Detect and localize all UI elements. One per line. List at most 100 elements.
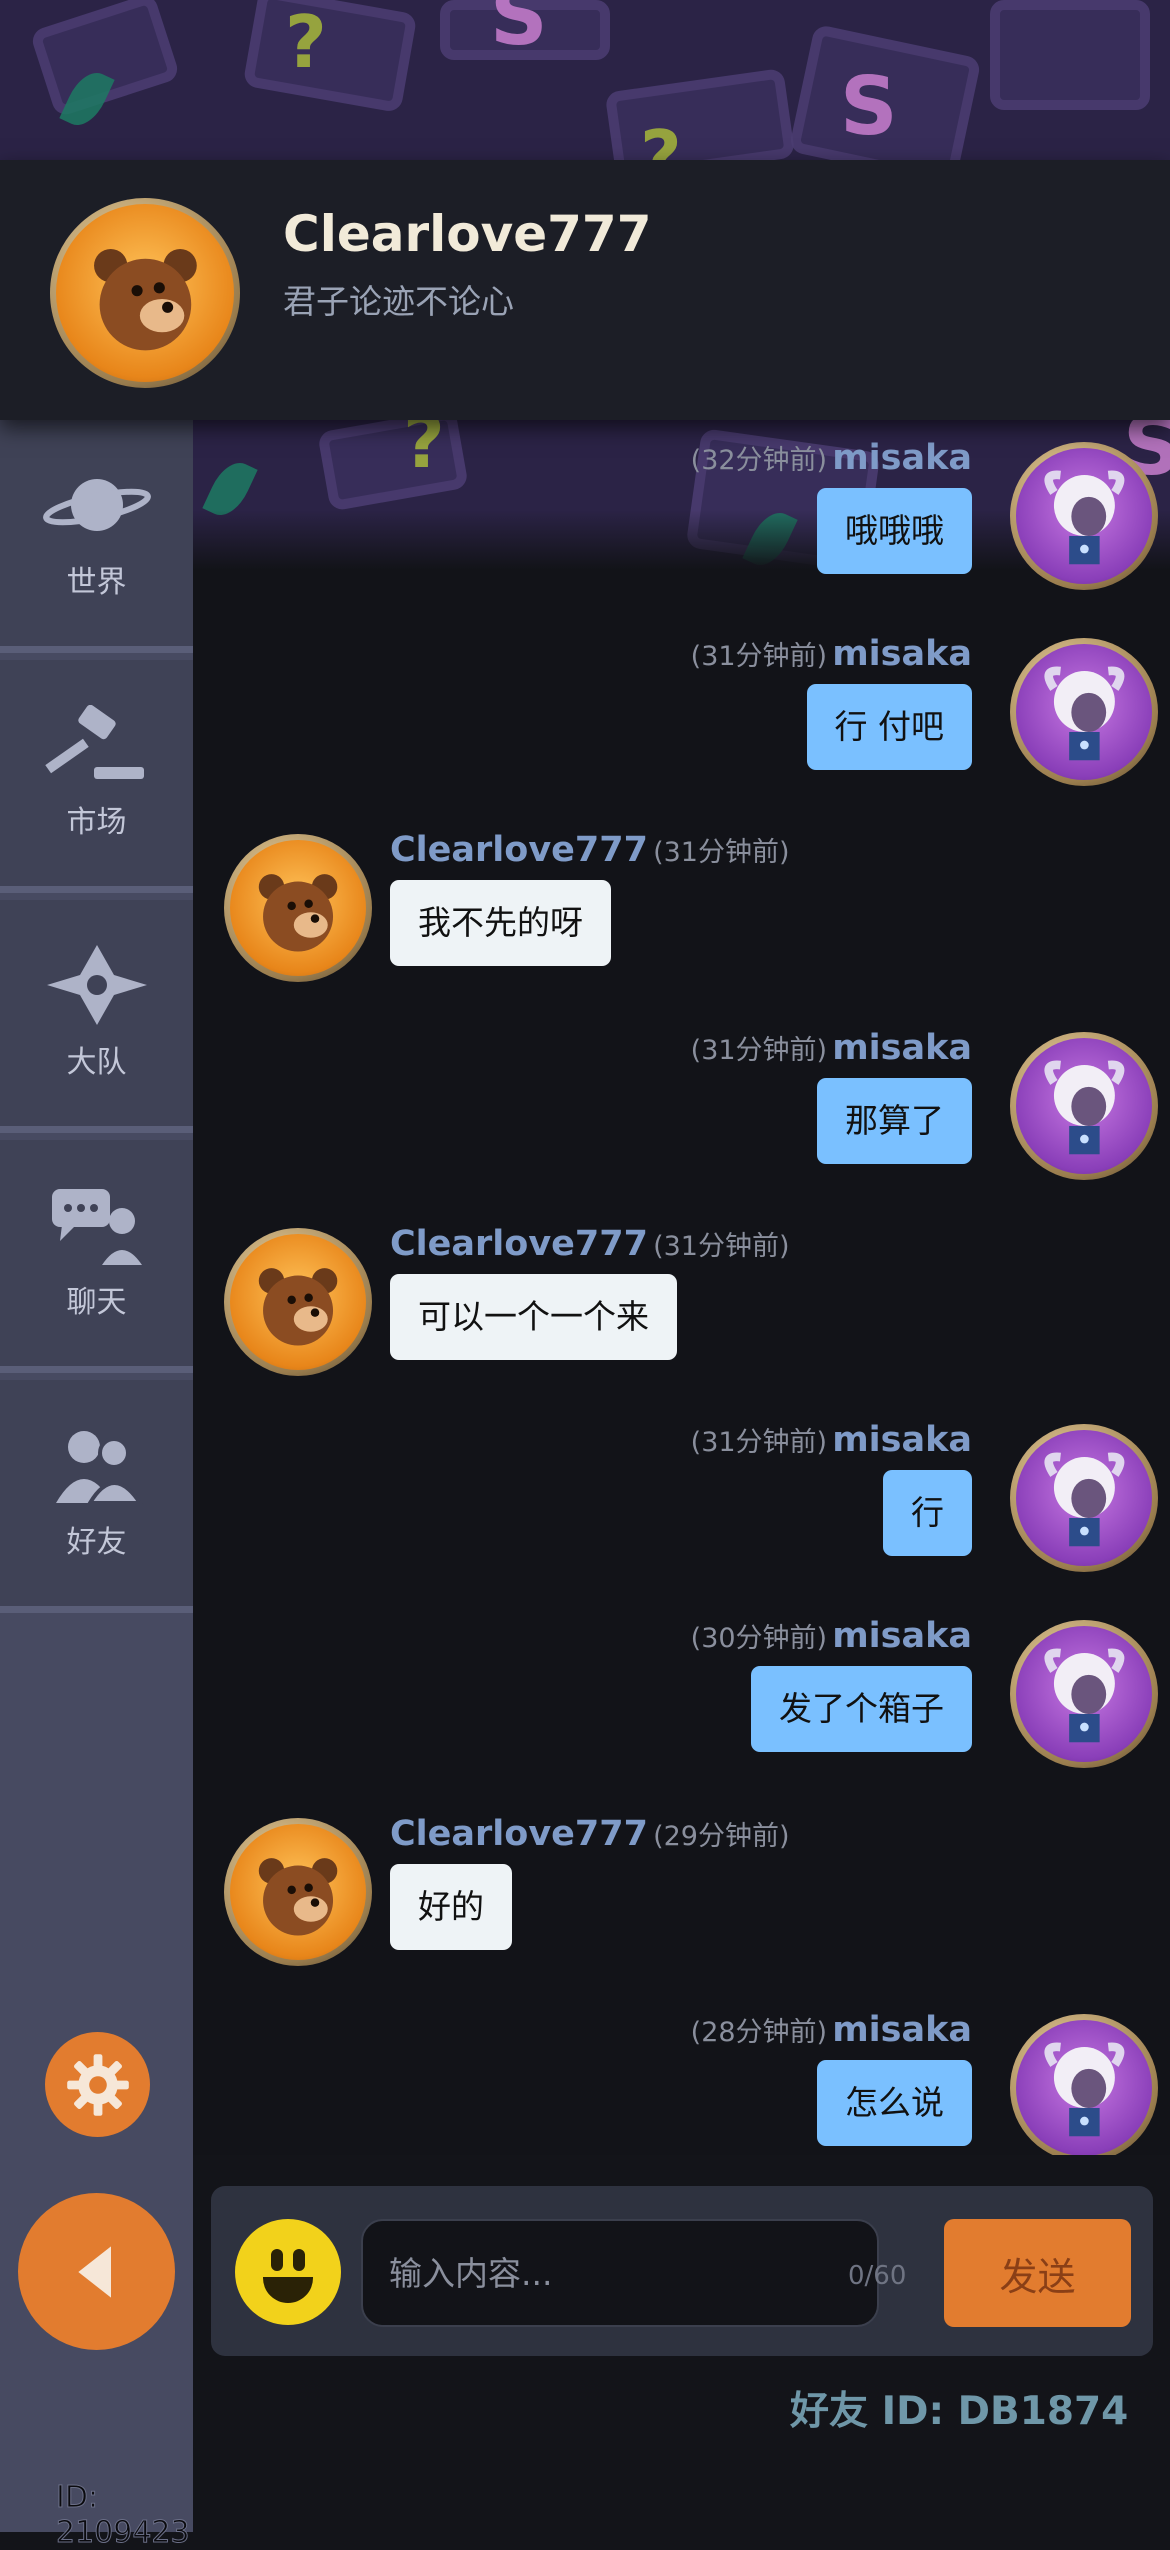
chest-decoration bbox=[242, 0, 418, 114]
message-bubble[interactable]: 我不先的呀 bbox=[390, 880, 611, 966]
sheep-avatar-icon bbox=[1044, 1648, 1124, 1742]
sidebar-item-chat[interactable]: 聊天 bbox=[0, 1140, 193, 1373]
message-row: (30分钟前) misaka 发了个箱子 bbox=[193, 1598, 1170, 1768]
user-id: ID: 2109423 bbox=[56, 2480, 191, 2550]
gavel-icon bbox=[42, 705, 152, 785]
sheep-avatar-icon bbox=[1044, 666, 1124, 760]
message-meta: (30分钟前) misaka bbox=[691, 1616, 972, 1656]
sidebar-item-friends[interactable]: 好友 bbox=[0, 1380, 193, 1613]
sheep-avatar-icon bbox=[1044, 470, 1124, 564]
back-arrow-icon bbox=[77, 2245, 111, 2298]
message-sender: Clearlove777 bbox=[390, 830, 648, 870]
misaka-avatar[interactable] bbox=[1010, 1620, 1158, 1768]
s-letter-decoration: S bbox=[840, 60, 898, 153]
message-row: Clearlove777 (31分钟前) 我不先的呀 bbox=[193, 812, 1170, 982]
sidebar-item-market[interactable]: 市场 bbox=[0, 660, 193, 893]
team-emblem-icon bbox=[42, 945, 152, 1025]
sidebar-item-label: 好友 bbox=[66, 1525, 127, 1560]
misaka-avatar[interactable] bbox=[1010, 1032, 1158, 1180]
profile-bio: 君子论迹不论心 bbox=[283, 282, 514, 321]
sidebar-item-world[interactable]: 世界 bbox=[0, 420, 193, 653]
message-bubble[interactable]: 那算了 bbox=[817, 1078, 972, 1164]
misaka-avatar[interactable] bbox=[1010, 2014, 1158, 2155]
message-meta: (31分钟前) misaka bbox=[691, 1420, 972, 1460]
message-composer: 0/60 发送 bbox=[211, 2186, 1153, 2356]
message-row: Clearlove777 (31分钟前) 可以一个一个来 bbox=[193, 1206, 1170, 1376]
sheep-avatar-icon bbox=[1044, 1452, 1124, 1546]
bear-avatar-icon bbox=[258, 874, 338, 952]
chest-decoration bbox=[990, 0, 1150, 110]
message-time: (29分钟前) bbox=[653, 1821, 790, 1852]
planet-icon bbox=[42, 465, 152, 545]
message-bubble[interactable]: 怎么说 bbox=[817, 2060, 972, 2146]
message-meta: Clearlove777 (31分钟前) bbox=[390, 1224, 790, 1264]
message-bubble[interactable]: 可以一个一个来 bbox=[390, 1274, 677, 1360]
message-sender: misaka bbox=[832, 438, 972, 478]
message-time: (31分钟前) bbox=[690, 1035, 828, 1066]
sidebar-item-label: 聊天 bbox=[66, 1285, 127, 1320]
message-bubble[interactable]: 行 bbox=[883, 1470, 972, 1556]
chat-icon bbox=[42, 1185, 152, 1265]
sidebar-item-label: 市场 bbox=[66, 805, 127, 840]
message-bubble[interactable]: 哦哦哦 bbox=[817, 488, 972, 574]
emoji-button[interactable] bbox=[235, 2219, 341, 2325]
misaka-avatar[interactable] bbox=[1010, 442, 1158, 590]
profile-header: Clearlove777 君子论迹不论心 bbox=[0, 160, 1170, 420]
friends-icon bbox=[42, 1425, 152, 1505]
message-meta: (32分钟前) misaka bbox=[691, 438, 972, 478]
misaka-avatar[interactable] bbox=[1010, 638, 1158, 786]
send-button[interactable]: 发送 bbox=[944, 2219, 1131, 2327]
message-row: (28分钟前) misaka 怎么说 bbox=[193, 1992, 1170, 2155]
message-time: (32分钟前) bbox=[690, 445, 828, 476]
message-time: (31分钟前) bbox=[653, 1231, 790, 1262]
settings-button[interactable] bbox=[45, 2032, 150, 2137]
message-meta: (28分钟前) misaka bbox=[691, 2010, 972, 2050]
message-time: (28分钟前) bbox=[690, 2017, 828, 2048]
message-input[interactable] bbox=[361, 2219, 879, 2327]
sidebar: 世界 市场 大队 聊天 好友 ID: 2109423 bbox=[0, 420, 193, 2550]
message-row: (31分钟前) misaka 行 付吧 bbox=[193, 616, 1170, 786]
message-row: (32分钟前) misaka 哦哦哦 bbox=[193, 420, 1170, 590]
message-meta: (31分钟前) misaka bbox=[691, 634, 972, 674]
message-sender: misaka bbox=[832, 2010, 972, 2050]
profile-avatar[interactable] bbox=[50, 198, 240, 388]
bear-avatar-icon bbox=[93, 248, 197, 350]
chest-decoration bbox=[604, 67, 796, 175]
bear-avatar-icon bbox=[258, 1858, 338, 1936]
message-sender: Clearlove777 bbox=[390, 1224, 648, 1264]
message-time: (31分钟前) bbox=[690, 641, 828, 672]
message-time: (31分钟前) bbox=[653, 837, 790, 868]
gear-icon bbox=[66, 2053, 129, 2116]
message-row: (31分钟前) misaka 那算了 bbox=[193, 1010, 1170, 1180]
message-meta: Clearlove777 (29分钟前) bbox=[390, 1814, 790, 1854]
message-bubble[interactable]: 好的 bbox=[390, 1864, 512, 1950]
profile-name: Clearlove777 bbox=[283, 205, 652, 263]
misaka-avatar[interactable] bbox=[1010, 1424, 1158, 1572]
friend-id: 好友 ID: DB1874 bbox=[790, 2389, 1129, 2434]
message-sender: Clearlove777 bbox=[390, 1814, 648, 1854]
message-sender: misaka bbox=[832, 1420, 972, 1460]
message-time: (31分钟前) bbox=[690, 1427, 828, 1458]
message-meta: Clearlove777 (31分钟前) bbox=[390, 830, 790, 870]
char-count: 0/60 bbox=[848, 2261, 907, 2291]
sheep-avatar-icon bbox=[1044, 1060, 1124, 1154]
message-sender: misaka bbox=[832, 1028, 972, 1068]
s-letter-decoration: S bbox=[490, 0, 548, 63]
message-bubble[interactable]: 行 付吧 bbox=[806, 684, 972, 770]
message-bubble[interactable]: 发了个箱子 bbox=[751, 1666, 972, 1752]
chat-message-list[interactable]: ? S (32分钟前) misaka 哦哦哦 (31分钟前) misaka 行 … bbox=[193, 420, 1170, 2155]
header-background-pattern: ? S ? S bbox=[0, 0, 1170, 175]
back-button[interactable] bbox=[18, 2193, 175, 2350]
sidebar-item-label: 世界 bbox=[66, 565, 127, 600]
message-meta: (31分钟前) misaka bbox=[691, 1028, 972, 1068]
clearlove-avatar[interactable] bbox=[224, 1818, 372, 1966]
sidebar-item-team[interactable]: 大队 bbox=[0, 900, 193, 1133]
question-mark-decoration: ? bbox=[285, 0, 327, 84]
message-time: (30分钟前) bbox=[690, 1623, 828, 1654]
sidebar-item-label: 大队 bbox=[66, 1045, 127, 1080]
message-row: (31分钟前) misaka 行 bbox=[193, 1402, 1170, 1572]
clearlove-avatar[interactable] bbox=[224, 834, 372, 982]
message-row: Clearlove777 (29分钟前) 好的 bbox=[193, 1796, 1170, 1966]
message-sender: misaka bbox=[832, 634, 972, 674]
clearlove-avatar[interactable] bbox=[224, 1228, 372, 1376]
